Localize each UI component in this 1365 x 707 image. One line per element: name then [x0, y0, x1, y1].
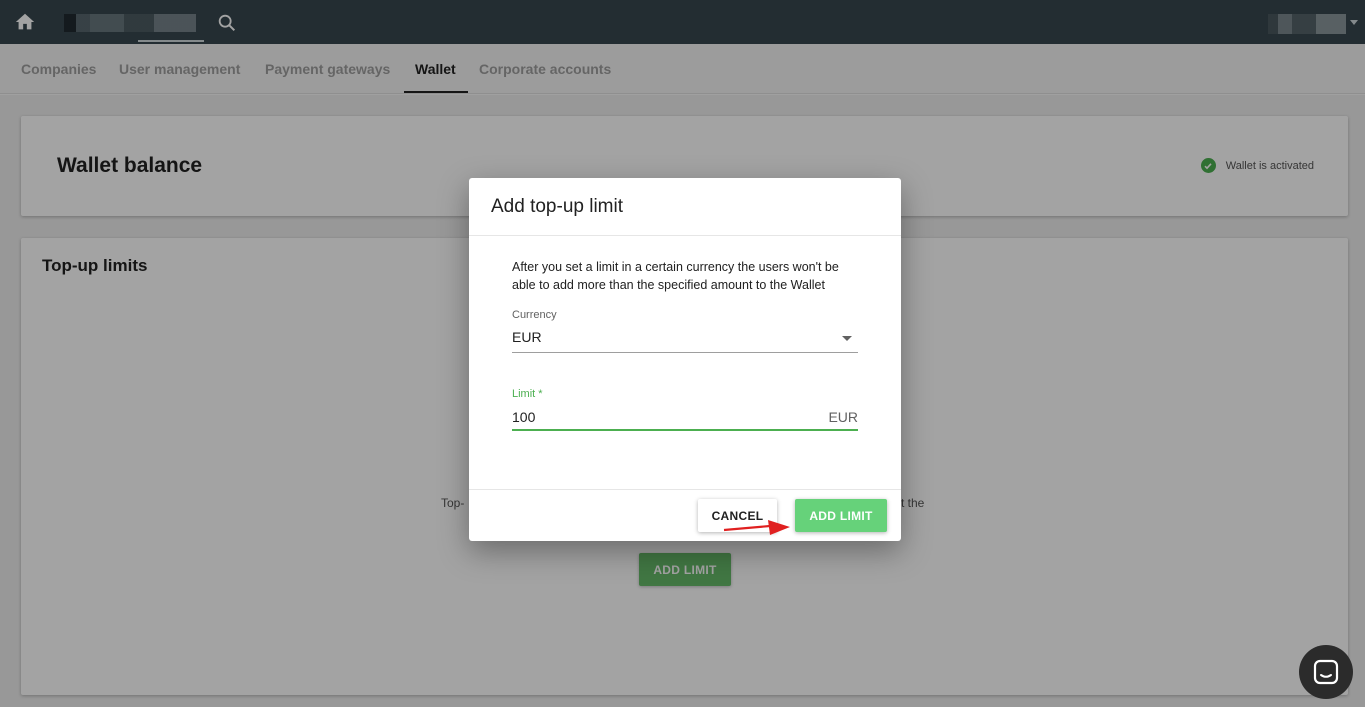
- dialog-header-divider: [469, 235, 901, 236]
- dialog-footer-divider: [469, 489, 901, 490]
- limit-input[interactable]: 100: [512, 409, 535, 425]
- dialog-add-limit-button[interactable]: ADD LIMIT: [795, 499, 887, 532]
- limit-underline: [512, 429, 858, 431]
- currency-underline: [512, 352, 858, 353]
- limit-currency-suffix: EUR: [828, 409, 858, 425]
- dropdown-caret-icon[interactable]: [842, 336, 852, 341]
- currency-label: Currency: [512, 309, 557, 321]
- currency-select[interactable]: EUR: [512, 329, 542, 345]
- dialog-title: Add top-up limit: [491, 196, 624, 217]
- add-top-up-limit-dialog: Add top-up limit After you set a limit i…: [469, 178, 901, 541]
- limit-label: Limit *: [512, 388, 543, 400]
- chat-launcher-button[interactable]: [1299, 645, 1353, 699]
- chat-icon: [1313, 659, 1339, 685]
- annotation-arrow-icon: [723, 520, 790, 535]
- dialog-description: After you set a limit in a certain curre…: [512, 260, 839, 292]
